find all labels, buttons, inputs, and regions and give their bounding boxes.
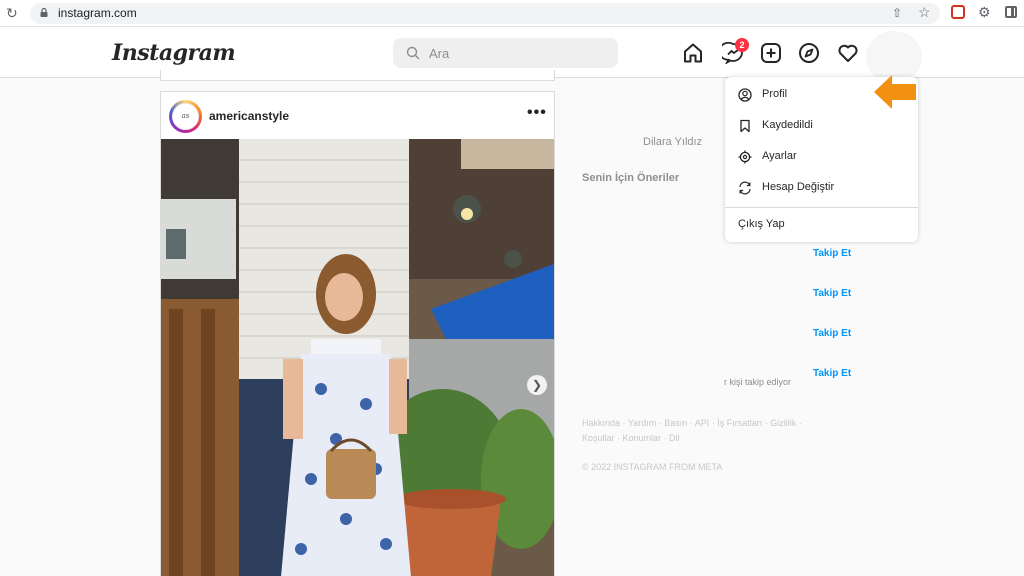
browser-toolbar: ↻ instagram.com ⇧ ☆ ⚙ — [0, 0, 1024, 27]
footer-links-line[interactable]: Hakkında · Yardım · Basın · API · İş Fır… — [582, 416, 822, 431]
copyright-text: © 2022 INSTAGRAM FROM META — [582, 462, 723, 472]
heart-icon[interactable] — [837, 42, 859, 64]
follow-button[interactable]: Takip Et — [813, 288, 851, 299]
more-options-icon[interactable]: ••• — [527, 104, 547, 122]
bookmark-icon — [740, 119, 750, 133]
bookmark-star-icon[interactable]: ☆ — [918, 4, 931, 21]
profile-icon — [738, 88, 752, 102]
avatar[interactable]: as — [169, 100, 202, 133]
side-panel-icon[interactable] — [1005, 6, 1017, 18]
menu-divider — [725, 207, 918, 208]
explore-icon[interactable] — [798, 42, 820, 64]
address-bar[interactable]: instagram.com ⇧ ☆ — [30, 3, 940, 24]
settings-icon — [738, 150, 752, 164]
menu-item-switch-account[interactable]: Hesap Değiştir — [725, 173, 918, 204]
suggestions-title: Senin İçin Öneriler — [582, 172, 680, 184]
follow-button[interactable]: Takip Et — [813, 368, 851, 379]
menu-item-label: Ayarlar — [762, 150, 797, 162]
extension-icon[interactable] — [951, 5, 965, 19]
new-post-icon[interactable] — [760, 42, 782, 64]
menu-item-settings[interactable]: Ayarlar — [725, 142, 918, 173]
url-text[interactable]: instagram.com — [58, 6, 137, 20]
menu-item-saved[interactable]: Kaydedildi — [725, 111, 918, 142]
footer-links-line[interactable]: Koşullar · Konumlar · Dil — [582, 431, 822, 446]
menu-item-label: Hesap Değiştir — [762, 181, 835, 193]
share-icon[interactable]: ⇧ — [892, 6, 902, 20]
follow-button[interactable]: Takip Et — [813, 328, 851, 339]
annotation-arrow-icon — [874, 75, 916, 109]
notification-badge: 2 — [735, 38, 749, 52]
search-icon — [406, 46, 420, 60]
logout-button[interactable]: Çıkış Yap — [738, 218, 785, 230]
post-header: as americanstyle ••• — [161, 92, 554, 139]
instagram-logo[interactable]: Instagram — [112, 40, 236, 66]
carousel-next-icon[interactable]: ❯ — [527, 375, 547, 395]
menu-item-label: Kaydedildi — [762, 119, 813, 131]
post-photo[interactable] — [161, 139, 554, 576]
footer-links[interactable]: Hakkında · Yardım · Basın · API · İş Fır… — [582, 416, 822, 446]
search-placeholder: Ara — [429, 46, 450, 61]
menu-item-label: Profil — [762, 88, 788, 100]
reload-icon[interactable]: ↻ — [6, 6, 20, 20]
home-icon[interactable] — [682, 42, 704, 64]
previous-post-card — [160, 70, 555, 81]
extensions-puzzle-icon[interactable]: ⚙ — [978, 4, 991, 21]
switch-account-icon — [739, 181, 751, 195]
post-username[interactable]: americanstyle — [209, 109, 289, 123]
post-card: as americanstyle ••• ❯ — [160, 91, 555, 576]
avatar-logo: as — [172, 103, 199, 130]
search-input[interactable]: Ara — [393, 38, 618, 68]
follow-button[interactable]: Takip Et — [813, 248, 851, 259]
lock-icon[interactable] — [40, 8, 48, 17]
current-user-name: Dilara Yıldız — [643, 136, 703, 148]
followed-by-text: r kişi takip ediyor — [724, 377, 792, 387]
